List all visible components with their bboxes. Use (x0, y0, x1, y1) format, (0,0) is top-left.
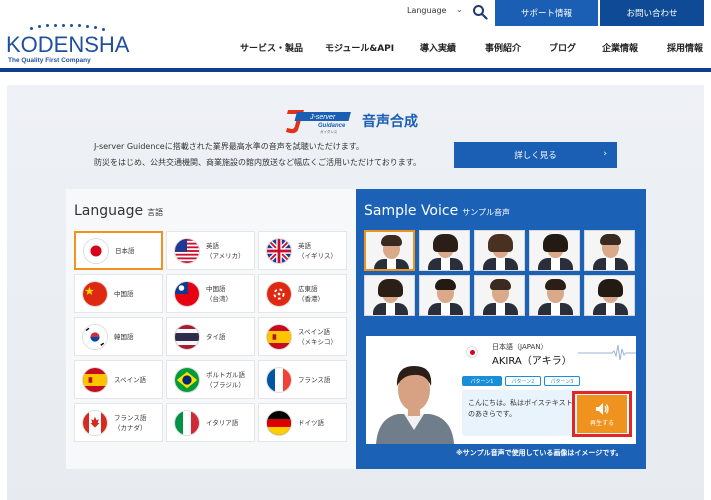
voice-language: 日本語（JAPAN） (492, 343, 548, 351)
pattern-tab-3[interactable]: パターン3 (544, 376, 580, 386)
language-option[interactable]: 日本語 (74, 231, 163, 270)
logo-dots (28, 24, 108, 32)
language-select[interactable]: Language (407, 6, 446, 15)
language-label: 韓国語 (114, 332, 134, 341)
flag-kr-icon (82, 323, 108, 350)
voice-thumbnail[interactable] (419, 230, 470, 271)
nav-item-recruit[interactable]: 採用情報 (667, 41, 703, 54)
voice-thumbnail[interactable] (529, 230, 580, 271)
language-label: 中国語 (114, 289, 134, 298)
language-option[interactable]: 英語 （イギリス） (258, 231, 347, 270)
language-label: フランス語 (298, 375, 331, 384)
flag-fr-icon (266, 366, 292, 393)
flag-ca-icon (82, 409, 108, 436)
description-line-2: 防災をはじめ、公共交通機関、商業施設の館内放送など幅広くご活用いただけております… (94, 158, 421, 167)
voice-thumbnail[interactable] (584, 275, 635, 316)
language-option[interactable]: スペイン語 (74, 360, 163, 399)
language-heading: Language 言語 (74, 203, 164, 219)
flag-de-icon (266, 409, 292, 436)
nav-item-blog[interactable]: ブログ (549, 41, 576, 54)
language-option[interactable]: 広東語 （香港） (258, 274, 347, 313)
flag-th-icon (174, 323, 200, 350)
description-line-1: J-server Guidenceに搭載された業界最高水準の音声を試聴いただけま… (94, 142, 364, 151)
language-label: 英語 （アメリカ） (206, 241, 245, 260)
language-option[interactable]: 中国語 (74, 274, 163, 313)
language-option[interactable]: 韓国語 (74, 317, 163, 356)
image-note: ※サンプル音声で使用している画像はイメージです。 (456, 449, 623, 457)
language-panel: Language 言語 日本語 英語 （アメリカ） 英語 （イギリス） 中国語 中国語 （… (66, 189, 356, 469)
chevron-down-icon[interactable]: ⌄ (456, 5, 463, 14)
site-header: KODENSHA The Quality First Company Langu… (0, 0, 711, 70)
language-option[interactable]: タイ語 (166, 317, 255, 356)
jserver-guidance-logo: J-server Guidance ガイダンス (286, 110, 351, 134)
play-button-label: 再生する (589, 419, 614, 427)
language-label: イタリア語 (206, 418, 239, 427)
play-button[interactable]: 再生する (577, 395, 627, 433)
flag-es-icon (266, 323, 292, 350)
language-label: 日本語 (115, 246, 135, 255)
language-option[interactable]: スペイン語 （メキシコ） (258, 317, 347, 356)
voice-name: AKIRA（アキラ） (492, 356, 572, 367)
pattern-tab-1[interactable]: パターン1 (462, 376, 502, 386)
language-option[interactable]: ドイツ語 (258, 403, 347, 442)
voice-thumbnail[interactable] (529, 275, 580, 316)
nav-item-company[interactable]: 企業情報 (602, 41, 638, 54)
svg-text:Guidance: Guidance (318, 123, 346, 129)
pattern-tab-2[interactable]: パターン2 (505, 376, 541, 386)
sample-voice-heading: Sample Voice サンプル音声 (364, 203, 510, 219)
flag-br-icon (174, 366, 200, 393)
language-option[interactable]: フランス語 (258, 360, 347, 399)
japan-flag-icon (466, 346, 478, 358)
language-label: 中国語 （台湾） (206, 284, 232, 303)
language-option[interactable]: 英語 （アメリカ） (166, 231, 255, 270)
flag-uk-icon (266, 237, 292, 264)
voice-thumbnail[interactable] (584, 230, 635, 271)
page-title: 音声合成 (362, 114, 418, 130)
header-divider (0, 68, 711, 72)
speech-text: こんにちは。私はボイステキスト のあきらです。 (468, 399, 573, 418)
voice-thumbnail[interactable] (419, 275, 470, 316)
details-button[interactable]: 詳しく見る › (454, 142, 617, 168)
language-option[interactable]: イタリア語 (166, 403, 255, 442)
language-option[interactable]: フランス語 （カナダ） (74, 403, 163, 442)
language-label: スペイン語 (114, 375, 147, 384)
flag-hk-icon (266, 280, 292, 307)
flag-it-icon (174, 409, 200, 436)
flag-us-icon (174, 237, 200, 264)
nav-item-cases[interactable]: 導入実績 (420, 41, 456, 54)
language-label: フランス語 （カナダ） (114, 413, 147, 432)
language-label: ドイツ語 (298, 418, 324, 427)
flag-jp-icon (83, 237, 109, 264)
voice-thumbnail[interactable] (474, 230, 525, 271)
logo-tagline: The Quality First Company (8, 57, 91, 64)
speaker-photo (366, 356, 462, 444)
language-label: 英語 （イギリス） (298, 241, 337, 260)
language-option[interactable]: ポルトガル語 （ブラジル） (166, 360, 255, 399)
flag-cn-icon (82, 280, 108, 307)
svg-text:J-server: J-server (309, 114, 336, 121)
language-label: ポルトガル語 （ブラジル） (206, 370, 245, 389)
logo-text: KODENSHA (6, 32, 130, 57)
voice-thumbnail[interactable] (364, 230, 415, 271)
language-option[interactable]: 中国語 （台湾） (166, 274, 255, 313)
nav-item-modules[interactable]: モジュール&API (325, 41, 394, 54)
details-button-label: 詳しく見る (514, 151, 557, 161)
language-label: タイ語 (206, 332, 226, 341)
svg-text:ガイダンス: ガイダンス (320, 129, 338, 134)
language-label: スペイン語 （メキシコ） (298, 327, 337, 346)
support-info-button[interactable]: サポート情報 (495, 0, 598, 26)
nav-item-services[interactable]: サービス・製品 (240, 41, 303, 54)
search-icon[interactable] (472, 4, 488, 20)
flag-es-icon (82, 366, 108, 393)
chevron-right-icon: › (603, 149, 607, 159)
language-label: 広東語 （香港） (298, 284, 324, 303)
contact-button[interactable]: お問い合わせ (600, 0, 704, 26)
voice-thumbnail[interactable] (474, 275, 525, 316)
waveform-icon (578, 344, 636, 361)
flag-tw-icon (174, 280, 200, 307)
voice-thumbnail[interactable] (364, 275, 415, 316)
nav-item-examples[interactable]: 事例紹介 (485, 41, 521, 54)
speaker-icon (596, 402, 609, 415)
